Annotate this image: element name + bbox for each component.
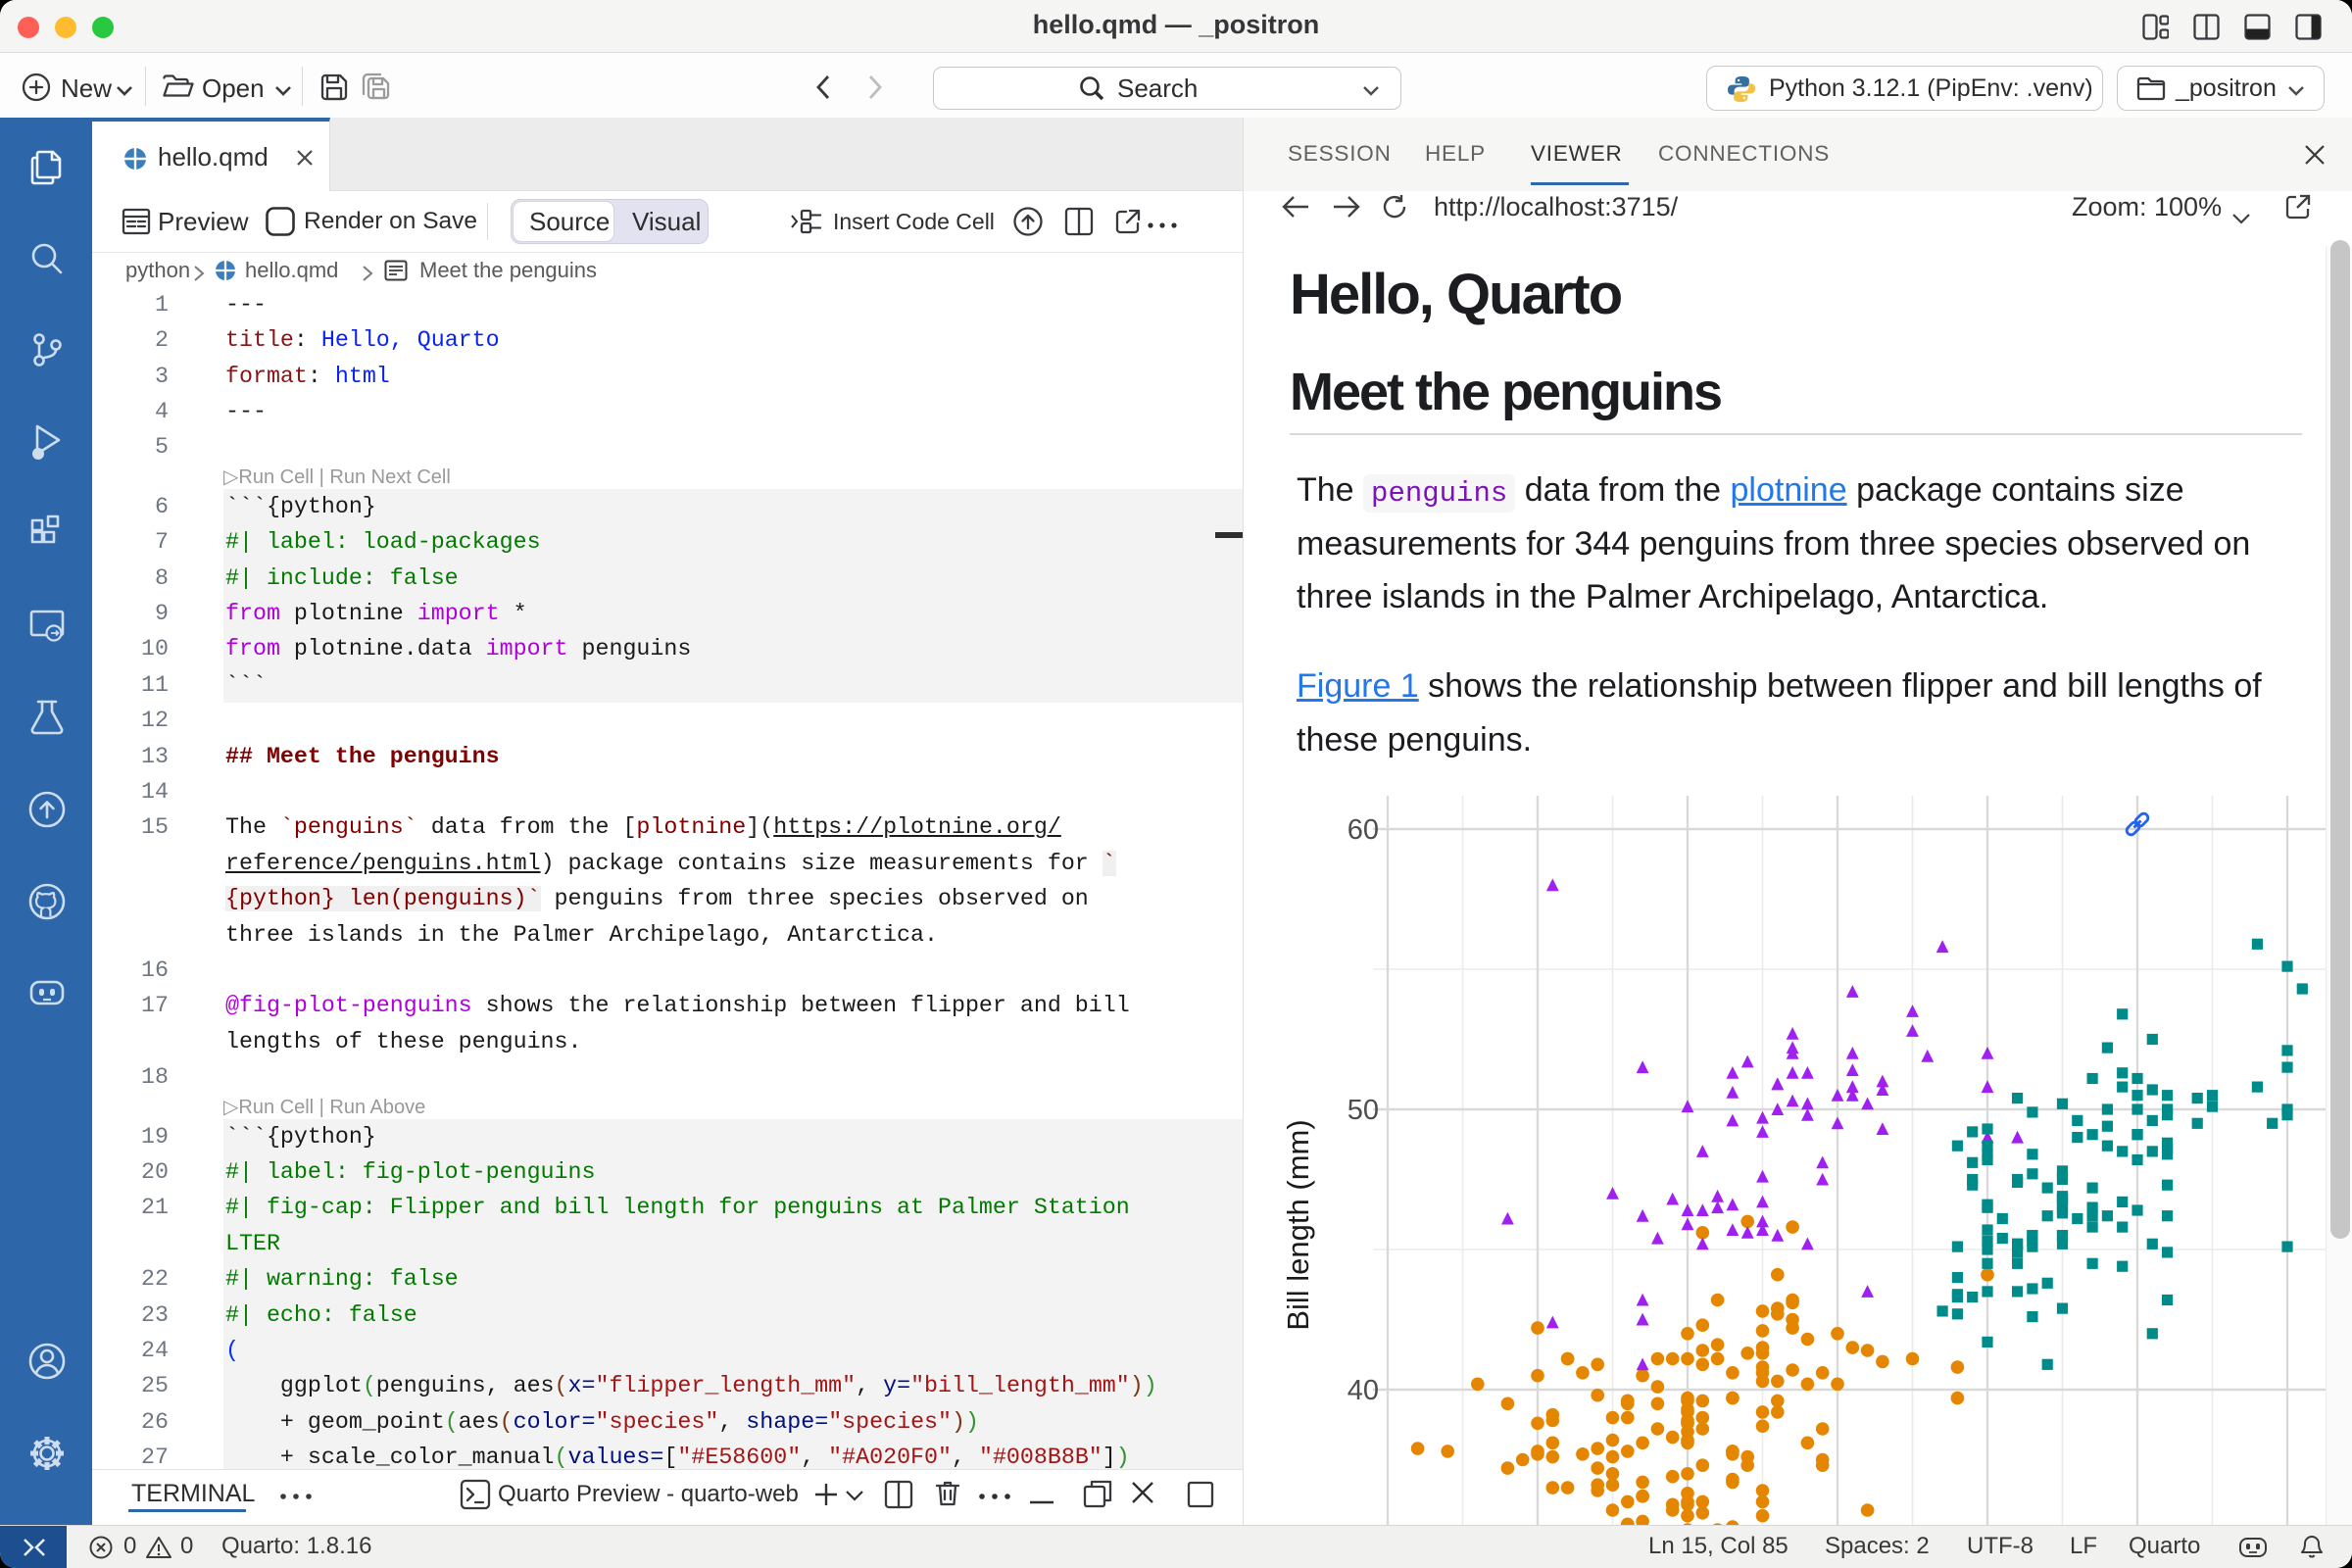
svg-text:50: 50 xyxy=(1348,1095,1379,1126)
svg-text:60: 60 xyxy=(1348,814,1379,846)
svg-text:40: 40 xyxy=(1348,1375,1379,1406)
svg-text:Bill length (mm): Bill length (mm) xyxy=(1281,1119,1315,1330)
